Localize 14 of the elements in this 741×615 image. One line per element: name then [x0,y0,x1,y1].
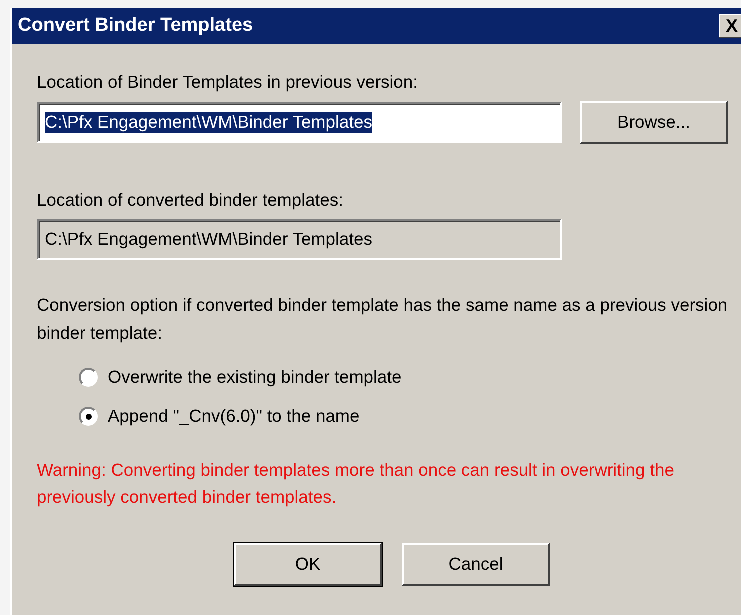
warning-text: Warning: Converting binder templates more than once can result in overwriting the previously converted binder templates. [37,459,676,509]
radio-button[interactable] [79,368,98,387]
field-label: Location of converted binder templates: [37,190,344,211]
window-title: Convert Binder Templates [18,15,254,37]
radio-label[interactable]: Overwrite the existing binder template [108,367,402,388]
radio-label[interactable]: Append "_Cnv(6.0)" to the name [108,406,360,427]
ok-button[interactable]: OK [234,543,382,586]
input-field[interactable]: C:\Pfx Engagement\WM\Binder Templates [37,102,562,143]
browse-button[interactable]: Browse... [580,101,728,144]
close-button[interactable]: X [719,14,741,38]
cancel-button[interactable]: Cancel [402,543,550,586]
radio-button[interactable] [79,407,98,426]
option-prompt: Conversion option if converted binder template has the same name as a previous version binder template: [37,294,729,345]
field-label: Location of Binder Templates in previous version: [37,72,420,93]
